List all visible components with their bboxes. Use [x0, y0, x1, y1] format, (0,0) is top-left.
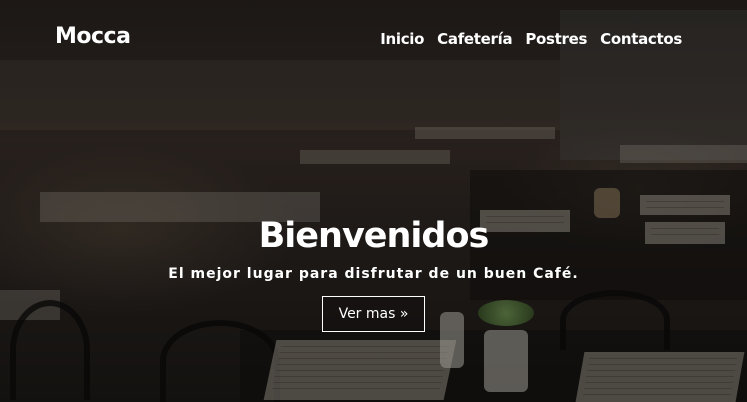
nav-menu: Inicio Cafetería Postres Contactos [380, 30, 682, 48]
brand-logo[interactable]: Mocca [55, 24, 131, 49]
nav-link-contactos[interactable]: Contactos [600, 30, 682, 48]
nav-link-inicio[interactable]: Inicio [380, 30, 424, 48]
nav-link-postres[interactable]: Postres [525, 30, 587, 48]
hero-title: Bienvenidos [258, 216, 490, 256]
nav-link-cafeteria[interactable]: Cafetería [437, 30, 512, 48]
hero-content: Bienvenidos El mejor lugar para disfruta… [0, 212, 747, 332]
navbar: Mocca Inicio Cafetería Postres Contactos [0, 0, 747, 80]
hero-section: Mocca Inicio Cafetería Postres Contactos… [0, 0, 747, 402]
ver-mas-button[interactable]: Ver mas » [321, 296, 426, 332]
hero-subtitle: El mejor lugar para disfrutar de un buen… [168, 266, 579, 282]
